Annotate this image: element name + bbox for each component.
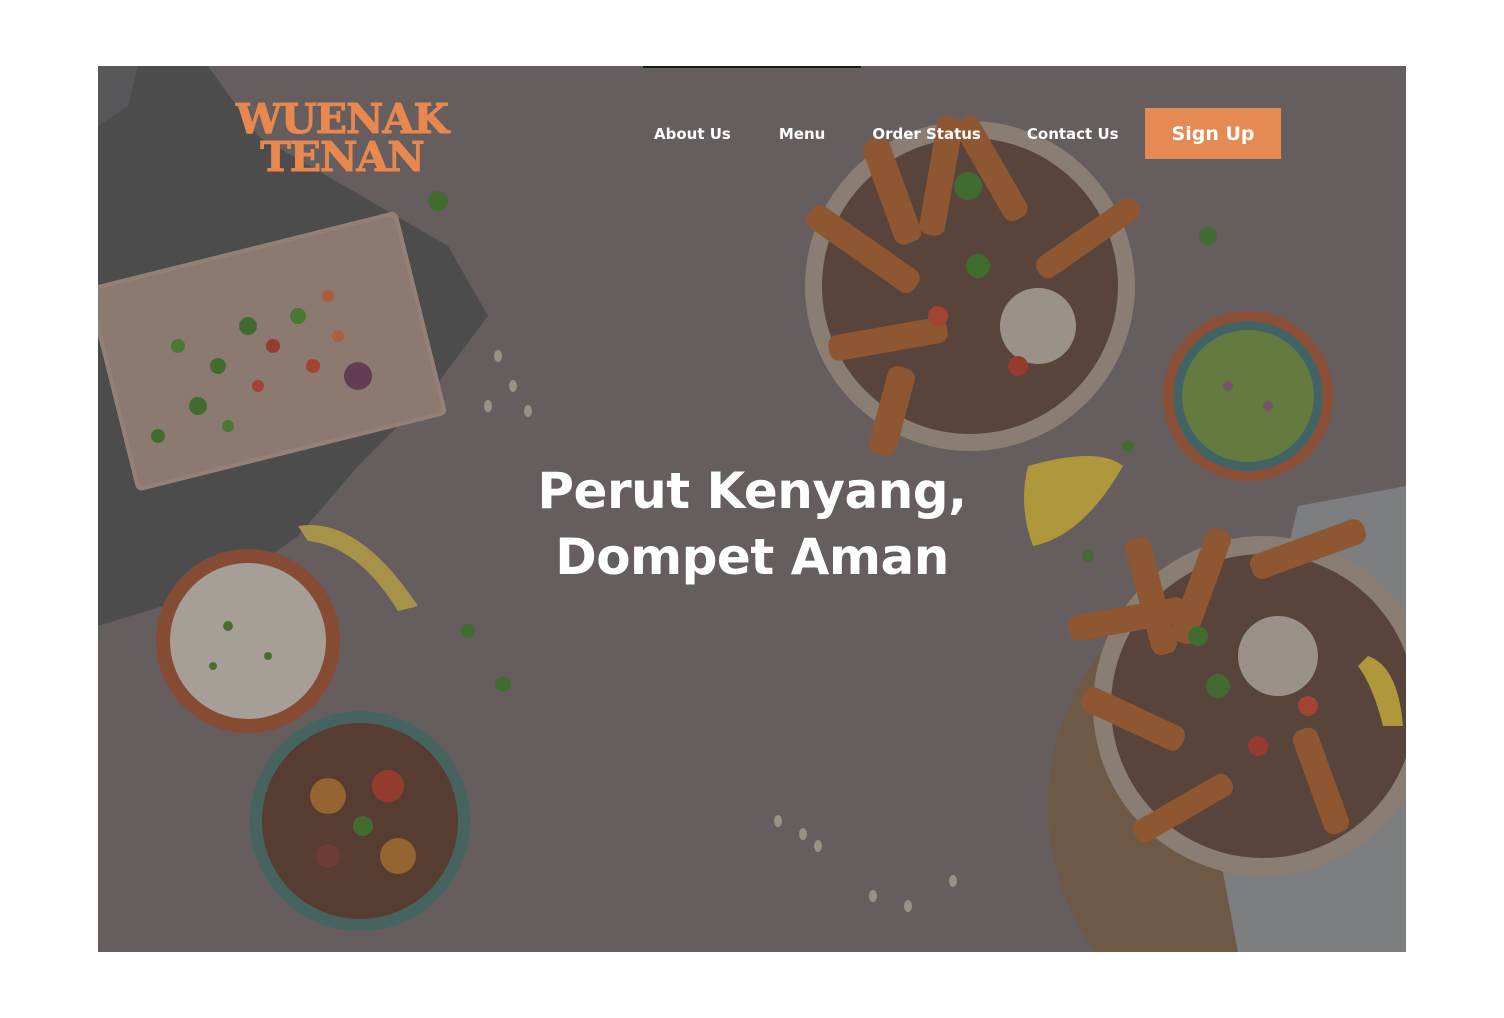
nav-link-contact-us[interactable]: Contact Us <box>1027 125 1119 143</box>
hero-headline: Perut Kenyang, Dompet Aman <box>452 458 1052 590</box>
sign-up-button[interactable]: Sign Up <box>1145 108 1281 159</box>
top-edge-line <box>643 66 861 68</box>
nav-link-about-us[interactable]: About Us <box>654 125 731 143</box>
nav-link-order-status[interactable]: Order Status <box>872 125 981 143</box>
hero-section: WUENAK TENAN About Us Menu Order Status … <box>98 66 1406 952</box>
main-nav: About Us Menu Order Status Contact Us <box>654 124 1119 144</box>
hero-headline-line1: Perut Kenyang, <box>537 462 967 520</box>
nav-link-menu[interactable]: Menu <box>779 125 825 143</box>
brand-logo-line2: TENAN <box>260 133 426 181</box>
brand-logo[interactable]: WUENAK TENAN <box>222 98 462 181</box>
hero-headline-line2: Dompet Aman <box>555 528 949 586</box>
